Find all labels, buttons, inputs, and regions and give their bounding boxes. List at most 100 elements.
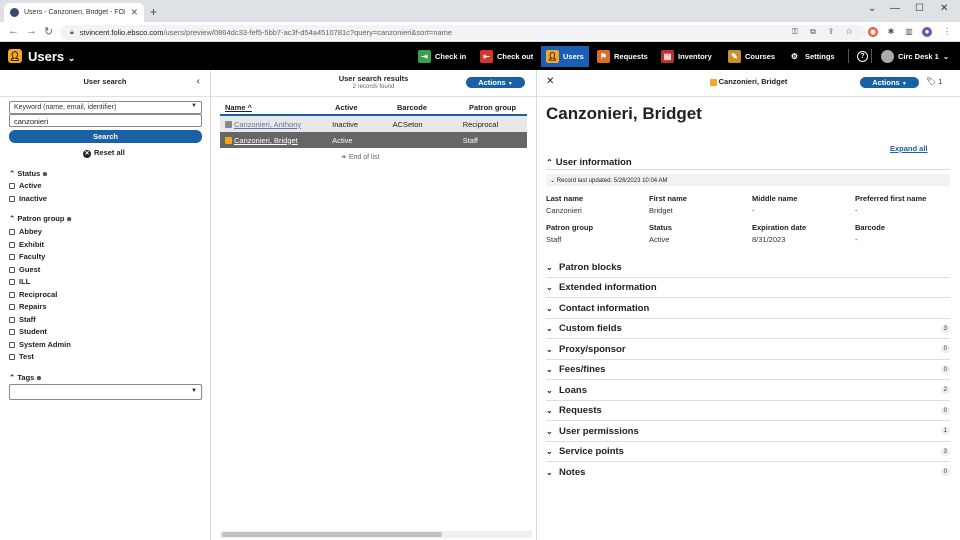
checkbox[interactable] [9,266,15,273]
patron-group-option[interactable]: Student [9,327,47,336]
checkbox[interactable] [9,254,15,261]
help-button[interactable]: ? [852,46,873,67]
section-service-points[interactable]: ⌄ Service points 3 [546,442,950,462]
patron-group-option[interactable]: Exhibit [9,240,44,249]
tags-select[interactable]: ▼ [9,384,202,400]
checkbox[interactable] [9,279,15,286]
status-filter-header[interactable]: ⌃ Status ⊗ [9,169,47,178]
section-user-permissions[interactable]: ⌄ User permissions 1 [546,422,950,442]
patron-group-option[interactable]: ILL [9,277,30,286]
dropdown-arrow-icon: ▼ [191,388,197,394]
nav-users[interactable]: 👤︎ Users [541,46,589,67]
results-actions-button[interactable]: Actions ▼ [466,77,525,88]
section-fees-fines[interactable]: ⌄ Fees/fines 0 [546,360,950,380]
patron-group-option[interactable]: Repairs [9,302,47,311]
scrollbar-thumb[interactable] [222,532,442,537]
section-proxy-sponsor[interactable]: ⌄ Proxy/sponsor 0 [546,340,950,360]
reset-all-button[interactable]: ✕ Reset all [83,148,125,158]
section-requests[interactable]: ⌄ Requests 0 [546,401,950,421]
table-row-selected[interactable]: Canzonieri, Bridget Active Staff [220,132,527,148]
clear-filter-icon[interactable]: ⊗ [36,376,41,382]
clear-filter-icon[interactable]: ⊗ [67,217,72,223]
browser-tab[interactable]: Users - Canzonieri, Bridget - FOLIO ✕ [4,3,144,22]
chevron-down-icon: ⌄ [546,426,553,436]
column-header-name[interactable]: Name ^ [220,103,335,112]
close-tab-icon[interactable]: ✕ [130,7,138,18]
nav-inventory[interactable]: ▤ Inventory [656,46,717,67]
nav-requests[interactable]: ⚑ Requests [592,46,653,67]
back-icon[interactable]: ← [8,25,19,37]
section-patron-blocks[interactable]: ⌄ Patron blocks [546,258,950,278]
user-information-section[interactable]: ⌃ User information [546,156,950,170]
patron-group-option[interactable]: System Admin [9,340,71,349]
table-row[interactable]: Canzonieri, Anthony Inactive ACSeton Rec… [220,116,527,132]
section-notes[interactable]: ⌄ Notes 0 [546,462,950,482]
status-option-active[interactable]: Active [9,181,42,190]
status-option-inactive[interactable]: Inactive [9,194,47,203]
checkbox[interactable] [9,304,15,311]
checkbox[interactable] [9,241,15,248]
tags-filter-header[interactable]: ⌃ Tags ⊗ [9,373,41,382]
user-avatar-icon [881,50,894,63]
checkbox[interactable] [9,341,15,348]
checkbox[interactable] [9,329,15,336]
results-table-header: Name ^ Active Barcode Patron group [220,99,535,115]
chevron-down-icon[interactable]: ⌄ [868,3,876,14]
checkbox[interactable] [9,183,15,190]
patron-group-filter-header[interactable]: ⌃ Patron group ⊗ [9,214,72,223]
tags-button[interactable]: 🏷︎ 1 [926,77,942,86]
column-header-patron-group[interactable]: Patron group [469,103,535,112]
checkbox[interactable] [9,196,15,203]
patron-group-option[interactable]: Reciprocal [9,290,57,299]
nav-courses[interactable]: ✎ Courses [723,46,780,67]
nav-check-in[interactable]: ⇥ Check in [413,46,471,67]
patron-group-option[interactable]: Faculty [9,252,45,261]
profile-avatar-icon[interactable]: ● [922,27,932,37]
extensions-puzzle-icon[interactable]: ✱ [886,27,896,37]
maximize-icon[interactable]: ☐ [915,3,924,14]
share-icon[interactable]: ⇪ [826,27,836,37]
bookmark-star-icon[interactable]: ☆ [844,27,854,37]
side-panel-icon[interactable]: ▥ [904,27,914,37]
nav-settings[interactable]: ⚙ Settings [783,46,840,67]
horizontal-scrollbar[interactable] [220,531,532,538]
new-tab-icon[interactable]: + [150,5,157,19]
key-icon[interactable]: ⚿ [790,27,800,37]
column-header-active[interactable]: Active [335,103,397,112]
section-loans[interactable]: ⌄ Loans 2 [546,381,950,401]
checkbox[interactable] [9,316,15,323]
section-extended-information[interactable]: ⌄ Extended information [546,278,950,298]
collapse-pane-icon[interactable]: ‹ [197,76,200,87]
clear-filter-icon[interactable]: ⊗ [42,172,47,178]
divider [848,49,849,63]
search-input[interactable]: canzonieri [9,114,202,127]
record-updated-row[interactable]: ⌄ Record last updated: 5/26/2023 10:04 A… [546,174,950,186]
extension-icon[interactable]: ◉ [868,27,878,37]
patron-group-option[interactable]: Abbey [9,227,42,236]
forward-icon[interactable]: → [26,25,37,37]
section-contact-information[interactable]: ⌄ Contact information [546,299,950,319]
search-button[interactable]: Search [9,130,202,143]
reload-icon[interactable]: ↻ [44,25,53,38]
chevron-down-icon: ⌄ [546,263,553,272]
column-header-barcode[interactable]: Barcode [397,103,469,112]
profile-menu[interactable]: Circ Desk 1 ⌄ [876,46,954,67]
patron-group-option[interactable]: Guest [9,265,40,274]
app-switcher[interactable]: Users ⌄ [28,49,75,64]
search-field-select[interactable]: Keyword (name, email, identifier) ▼ [9,101,202,114]
browser-menu-icon[interactable]: ⋮ [942,27,952,37]
close-window-icon[interactable]: ✕ [940,3,948,14]
nav-check-out[interactable]: ⇤ Check out [475,46,538,67]
patron-group-option[interactable]: Test [9,352,34,361]
open-in-app-icon[interactable]: ⧉ [808,27,818,37]
checkbox[interactable] [9,291,15,298]
patron-group-option[interactable]: Staff [9,315,36,324]
detail-actions-button[interactable]: Actions ▼ [860,77,919,88]
expand-all-link[interactable]: Expand all [890,144,928,153]
section-custom-fields[interactable]: ⌄ Custom fields 3 [546,319,950,339]
search-pane-header: User search ‹ [0,70,210,97]
minimize-icon[interactable]: — [890,3,900,14]
checkbox[interactable] [9,354,15,361]
checkbox[interactable] [9,229,15,236]
address-bar[interactable]: 🔒︎ stvincent.folio.ebsco.com/users/previ… [60,25,866,40]
